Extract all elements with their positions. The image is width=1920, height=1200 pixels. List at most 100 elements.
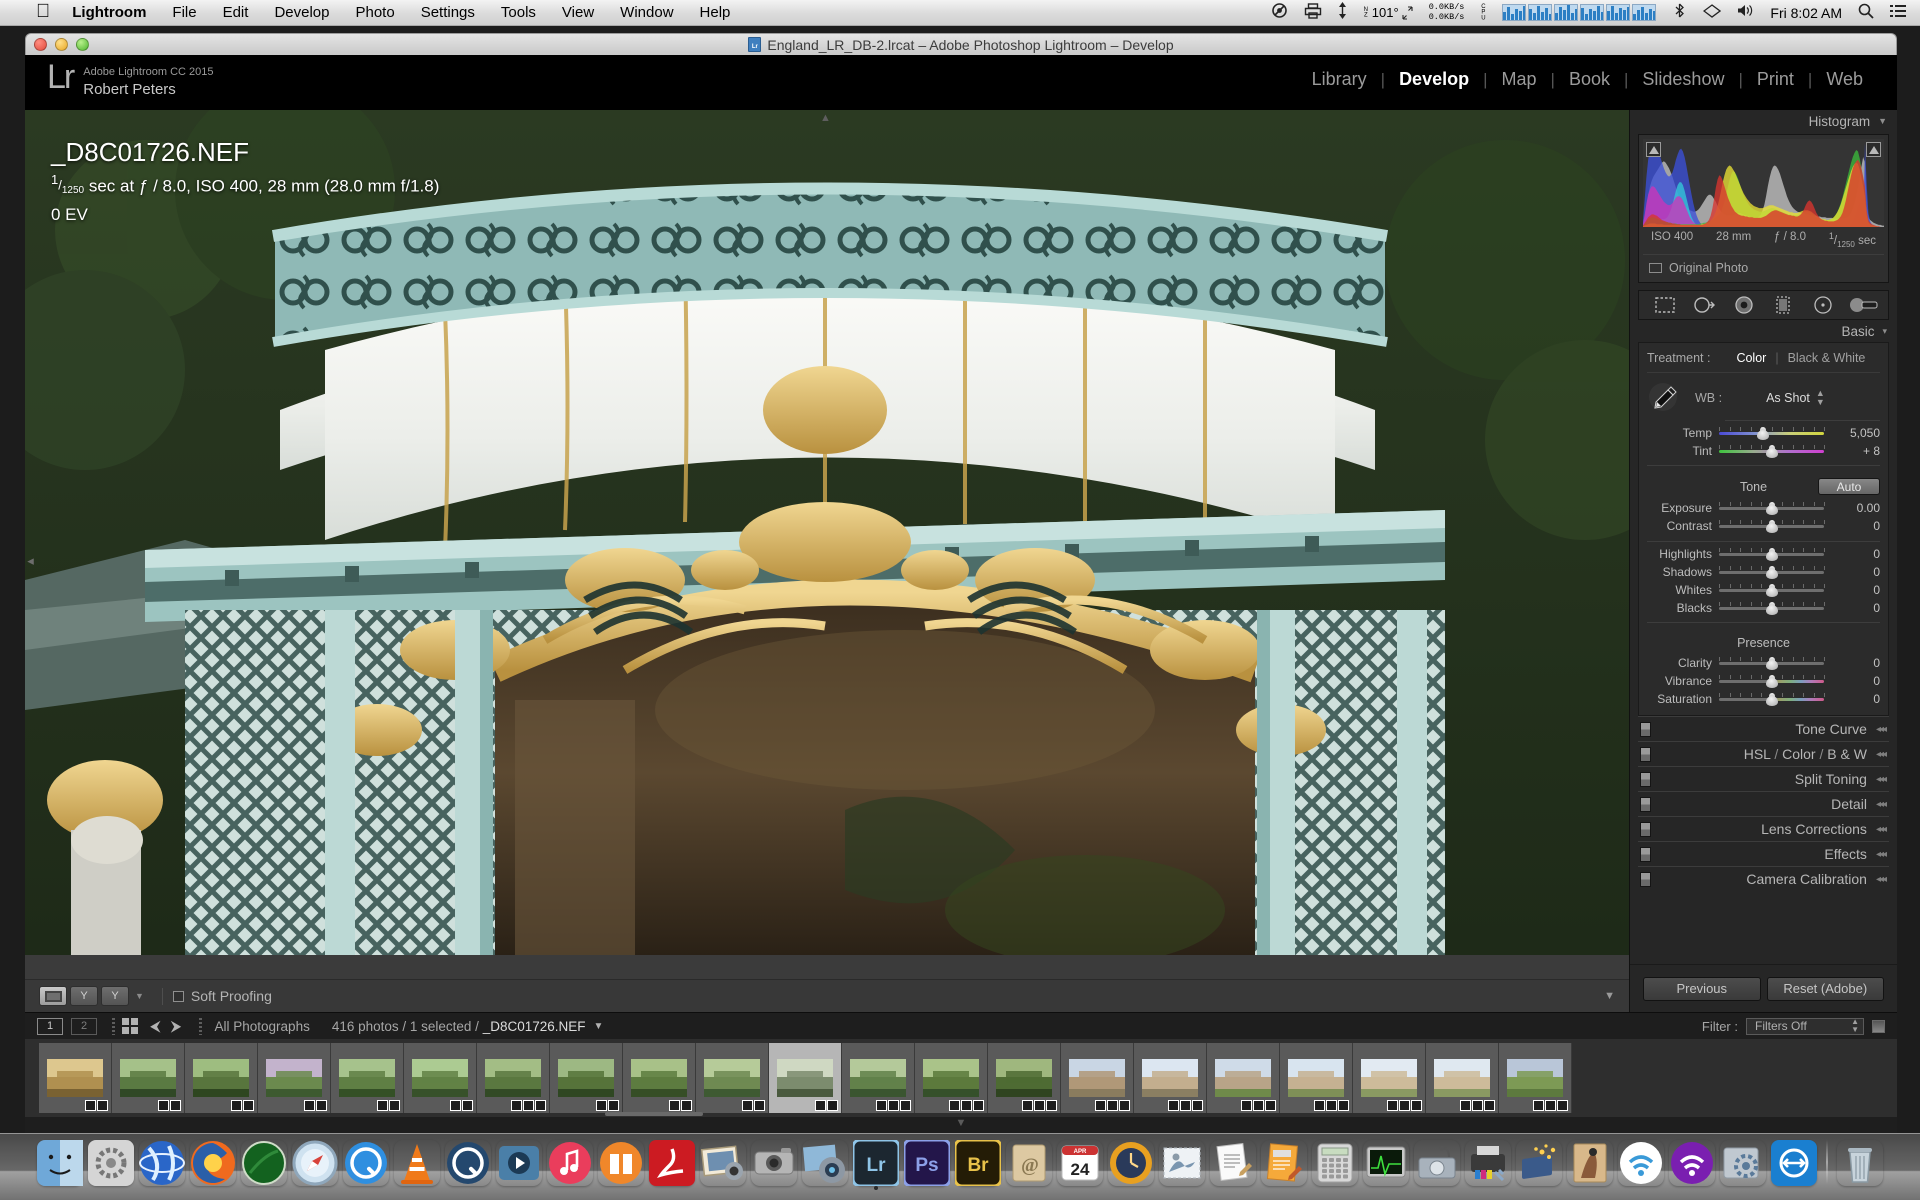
dock-item-quicktime-player-x[interactable] <box>445 1140 491 1186</box>
panel-lens-corrections[interactable]: Lens Corrections ◂◂◂ <box>1638 816 1889 841</box>
keyword-badge-icon[interactable] <box>1022 1100 1033 1111</box>
dock-item-firefox[interactable] <box>190 1140 236 1186</box>
dock-item-itunes[interactable] <box>547 1140 593 1186</box>
module-book[interactable]: Book <box>1555 69 1624 90</box>
dock-item-firework-app[interactable] <box>1516 1140 1562 1186</box>
filmstrip-thumbnail[interactable] <box>1353 1043 1426 1113</box>
treatment-bw-option[interactable]: Black & White <box>1788 351 1866 365</box>
panel-camera-calibration[interactable]: Camera Calibration ◂◂◂ <box>1638 866 1889 891</box>
panel-switch-lens-corrections[interactable] <box>1640 822 1651 838</box>
blacks-value[interactable]: 0 <box>1824 601 1880 615</box>
panel-expand-arrow-icon[interactable]: ◂◂◂ <box>1876 824 1887 835</box>
battery-icon[interactable] <box>1703 3 1722 22</box>
menu-window[interactable]: Window <box>620 4 673 21</box>
develop-badge-icon[interactable] <box>170 1100 181 1111</box>
filmstrip-thumbnail[interactable] <box>112 1043 185 1113</box>
dock-item-pages[interactable] <box>1261 1140 1307 1186</box>
panel-expand-arrow-icon[interactable]: ◂◂◂ <box>1876 724 1887 735</box>
keyword-badge-icon[interactable] <box>1095 1100 1106 1111</box>
exposure-knob[interactable] <box>1765 502 1778 516</box>
shadows-track[interactable] <box>1719 565 1825 580</box>
vibrance-value[interactable]: 0 <box>1824 674 1880 688</box>
histogram-panel-header[interactable]: Histogram ▼ <box>1630 110 1897 132</box>
whites-track[interactable] <box>1719 583 1825 598</box>
exposure-value[interactable]: 0.00 <box>1824 501 1880 515</box>
filmstrip-thumbnail[interactable] <box>623 1043 696 1113</box>
clarity-knob[interactable] <box>1765 657 1778 671</box>
dock-item-teamviewer[interactable] <box>1771 1140 1817 1186</box>
spotlight-search-icon[interactable] <box>1858 3 1874 23</box>
crop-overlay-icon[interactable] <box>1652 295 1678 315</box>
dock-item-calculator[interactable] <box>1312 1140 1358 1186</box>
filmstrip-thumbnail[interactable] <box>258 1043 331 1113</box>
dotted-triangle-icon[interactable]: ▾ <box>1882 326 1887 337</box>
menu-file[interactable]: File <box>172 4 196 21</box>
filmstrip-scrollbar[interactable] <box>25 1111 1897 1117</box>
dock-item-wifi-scanner[interactable] <box>1669 1140 1715 1186</box>
exposure-track[interactable] <box>1719 501 1825 516</box>
panel-switch-camera-calibration[interactable] <box>1640 872 1651 888</box>
top-panel-toggle[interactable]: ▲ <box>820 112 831 124</box>
reset-button[interactable]: Reset (Adobe) <box>1766 976 1884 1001</box>
original-photo-row[interactable]: Original Photo <box>1643 254 1884 278</box>
tint-track[interactable] <box>1719 444 1825 459</box>
minimize-window-button[interactable] <box>55 38 68 51</box>
volume-icon[interactable] <box>1737 3 1754 22</box>
filmstrip-thumbnail[interactable] <box>39 1043 112 1113</box>
crop-badge-icon[interactable] <box>1034 1100 1045 1111</box>
crop-badge-icon[interactable] <box>1399 1100 1410 1111</box>
crop-badge-icon[interactable] <box>1180 1100 1191 1111</box>
grid-view-icon[interactable] <box>122 1018 138 1034</box>
develop-badge-icon[interactable] <box>1557 1100 1568 1111</box>
keyword-badge-icon[interactable] <box>1168 1100 1179 1111</box>
keyword-badge-icon[interactable] <box>1387 1100 1398 1111</box>
crop-badge-icon[interactable] <box>158 1100 169 1111</box>
crop-badge-icon[interactable] <box>1107 1100 1118 1111</box>
whites-knob[interactable] <box>1765 584 1778 598</box>
filmstrip-source[interactable]: All Photographs <box>215 1019 310 1034</box>
filmstrip-thumbnail[interactable] <box>769 1043 842 1113</box>
filter-select[interactable]: Filters Off ▲ ▼ <box>1746 1017 1864 1035</box>
menu-help[interactable]: Help <box>700 4 731 21</box>
highlight-clipping-icon[interactable] <box>1866 142 1881 157</box>
previous-button[interactable]: Previous <box>1643 976 1761 1001</box>
panel-tone-curve[interactable]: Tone Curve ◂◂◂ <box>1638 716 1889 741</box>
crop-badge-icon[interactable] <box>888 1100 899 1111</box>
dock-item-image-capture[interactable] <box>751 1140 797 1186</box>
keyword-badge-icon[interactable] <box>876 1100 887 1111</box>
crop-badge-icon[interactable] <box>742 1100 753 1111</box>
network-speed-indicator[interactable]: 0.0KB/s 0.0KB/s <box>1429 2 1465 22</box>
crop-badge-icon[interactable] <box>669 1100 680 1111</box>
vibrance-track[interactable] <box>1719 674 1825 689</box>
develop-badge-icon[interactable] <box>535 1100 546 1111</box>
blacks-knob[interactable] <box>1765 602 1778 616</box>
keyword-badge-icon[interactable] <box>1314 1100 1325 1111</box>
dock-item-quicktime[interactable] <box>343 1140 389 1186</box>
dock-item-address-book[interactable]: @ <box>1006 1140 1052 1186</box>
develop-badge-icon[interactable] <box>389 1100 400 1111</box>
panel-effects[interactable]: Effects ◂◂◂ <box>1638 841 1889 866</box>
crop-badge-icon[interactable] <box>304 1100 315 1111</box>
dock-item-calendar[interactable]: APR 24 <box>1057 1140 1103 1186</box>
spot-removal-icon[interactable] <box>1691 295 1717 315</box>
shadows-value[interactable]: 0 <box>1824 565 1880 579</box>
radial-filter-icon[interactable] <box>1810 295 1836 315</box>
crop-badge-icon[interactable] <box>85 1100 96 1111</box>
notification-center-icon[interactable] <box>1890 4 1906 22</box>
loupe-view-icon[interactable] <box>39 986 67 1006</box>
vibrance-knob[interactable] <box>1765 675 1778 689</box>
photo-canvas[interactable]: _D8C01726.NEF 1/1250 sec at ƒ / 8.0, ISO… <box>25 110 1629 955</box>
crop-badge-icon[interactable] <box>596 1100 607 1111</box>
keyword-badge-icon[interactable] <box>1533 1100 1544 1111</box>
crop-badge-icon[interactable] <box>231 1100 242 1111</box>
panel-switch-tone-curve[interactable] <box>1640 722 1651 738</box>
bottom-panel-toggle[interactable]: ▼ <box>25 1117 1897 1131</box>
dock-item-iphoto[interactable] <box>700 1140 746 1186</box>
crop-badge-icon[interactable] <box>523 1100 534 1111</box>
dock-item-media-player[interactable] <box>496 1140 542 1186</box>
keyword-badge-icon[interactable] <box>949 1100 960 1111</box>
filter-toggle-icon[interactable] <box>1872 1019 1885 1033</box>
temp-knob[interactable] <box>1757 427 1770 441</box>
filmstrip-thumbnail[interactable] <box>696 1043 769 1113</box>
crop-badge-icon[interactable] <box>815 1100 826 1111</box>
